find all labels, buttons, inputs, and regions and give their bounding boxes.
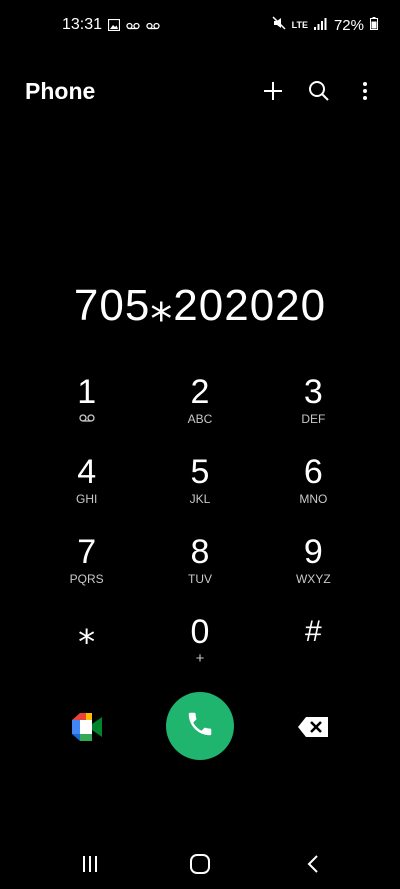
recent-apps-icon[interactable] [75, 849, 105, 879]
key-digit: 4 [77, 453, 97, 491]
key-letters: JKL [189, 492, 211, 506]
voicemail-icon [126, 18, 140, 36]
dial-key-5[interactable]: 5 JKL [143, 452, 256, 532]
key-digit: 6 [303, 453, 323, 491]
key-digit: 1 [77, 373, 97, 411]
call-button[interactable] [166, 692, 234, 760]
home-icon[interactable] [185, 849, 215, 879]
key-digit: 0 [190, 613, 210, 651]
battery-percent: 72% [333, 16, 364, 34]
key-digit: 8 [190, 533, 210, 571]
image-icon [107, 18, 121, 36]
battery-icon [370, 16, 378, 34]
video-call-button[interactable] [70, 710, 104, 744]
dial-key-hash[interactable]: # [257, 612, 370, 692]
add-icon[interactable] [260, 78, 286, 104]
key-letters: MNO [299, 492, 328, 506]
status-bar: 13:31 LTE 72% [0, 0, 400, 50]
backspace-button[interactable] [296, 715, 330, 739]
dial-key-1[interactable]: 1 [30, 372, 143, 452]
key-letters: WXYZ [295, 572, 331, 586]
key-digit: # [304, 615, 322, 648]
key-digit: 7 [77, 533, 97, 571]
dialer-actions [0, 692, 400, 762]
page-title: Phone [25, 78, 96, 104]
dial-key-8[interactable]: 8 TUV [143, 532, 256, 612]
dial-key-9[interactable]: 9 WXYZ [257, 532, 370, 612]
network-type: LTE [291, 20, 308, 30]
key-letters: ABC [187, 412, 213, 426]
dial-key-7[interactable]: 7 PQRS [30, 532, 143, 612]
key-digit: 2 [190, 373, 210, 411]
dialpad: 1 2 ABC 3 DEF 4 GHI 5 JKL 6 MNO 7 PQRS 8… [30, 372, 370, 692]
status-time: 13:31 [62, 16, 103, 33]
search-icon[interactable] [306, 78, 332, 104]
key-letters: + [195, 650, 205, 667]
dial-key-2[interactable]: 2 ABC [143, 372, 256, 452]
voicemail-icon [79, 412, 95, 426]
app-header: Phone [0, 70, 400, 114]
mute-icon [272, 16, 286, 34]
dialed-number[interactable]: 705⁎202020 [0, 280, 400, 331]
dial-key-4[interactable]: 4 GHI [30, 452, 143, 532]
back-icon[interactable] [298, 849, 328, 879]
dial-key-6[interactable]: 6 MNO [257, 452, 370, 532]
dial-key-0[interactable]: 0 + [143, 612, 256, 692]
dial-key-star[interactable]: ⁎ [30, 612, 143, 692]
key-digit: 9 [303, 533, 323, 571]
dial-key-3[interactable]: 3 DEF [257, 372, 370, 452]
phone-icon [185, 709, 215, 744]
key-letters: TUV [187, 572, 212, 586]
signal-icon [313, 17, 328, 34]
system-nav-bar [0, 829, 400, 889]
key-letters: GHI [75, 492, 98, 506]
key-digit: ⁎ [78, 613, 96, 651]
key-digit: 5 [190, 453, 210, 491]
key-digit: 3 [303, 373, 323, 411]
voicemail-icon [146, 18, 160, 36]
backspace-icon [296, 717, 330, 743]
more-options-icon[interactable] [352, 78, 378, 104]
key-letters: PQRS [69, 572, 104, 586]
key-letters: DEF [301, 412, 326, 426]
